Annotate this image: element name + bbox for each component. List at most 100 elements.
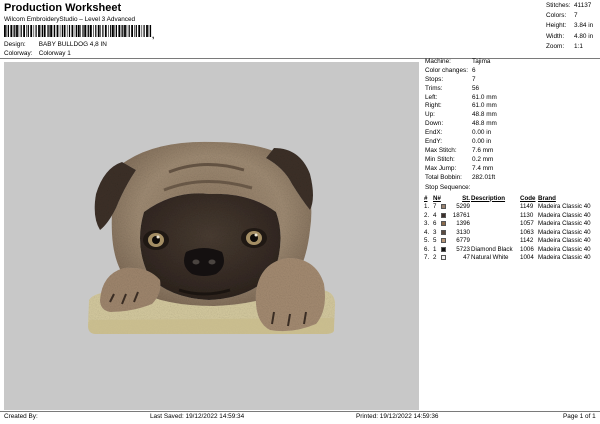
barcode-bar: [122, 25, 124, 37]
barcode-bar: [52, 25, 54, 37]
table-row: 6. 1 5723 Diamond Black 1006 Madeira Classic …: [424, 245, 600, 254]
barcode-bar: [27, 25, 29, 37]
barcode-bar: [82, 25, 84, 37]
table-row: 7. 2 47 Natural White 1004 Madeira Classic 40: [424, 254, 600, 263]
barcode-bar: [41, 25, 44, 37]
stop-color-swatch: [441, 220, 449, 229]
col-header-brand: Brand: [538, 194, 556, 202]
stop-brand: Madeira Classic 40: [538, 203, 591, 211]
barcode-bar: [35, 25, 37, 37]
barcode-bar: [77, 25, 80, 37]
info-row: Machine: Tajima: [425, 58, 491, 65]
stop-code: 1004: [520, 254, 534, 262]
barcode-bar: [40, 25, 42, 37]
col-header-description: Description: [471, 194, 506, 202]
stop-color-swatch: [441, 245, 449, 254]
summary-row: Zoom: 1:1: [546, 42, 583, 50]
barcode-bar: [131, 25, 133, 37]
stop-description: [471, 237, 520, 246]
stop-brand: Madeira Classic 40: [538, 245, 591, 253]
info-row: EndX: 0.00 in: [425, 129, 492, 137]
color-swatch-icon: [441, 212, 446, 218]
info-row: Total Bobbin: 282.01ft: [425, 173, 496, 181]
barcode-bar: [110, 25, 112, 37]
barcode-bar: [68, 25, 71, 37]
barcode-bar: [141, 25, 143, 37]
color-swatch-icon: [441, 229, 446, 235]
barcode-bar: [74, 25, 76, 37]
stop-stitches: 1396: [456, 220, 470, 228]
barcode-bar: [112, 25, 114, 37]
barcode-bar: [118, 25, 121, 37]
stop-index: 1.: [424, 203, 430, 211]
info-row: EndY: 0.00 in: [425, 138, 492, 146]
design-label: Design:: [4, 41, 26, 48]
stop-index: 5.: [424, 237, 430, 245]
barcode-bar: [71, 25, 74, 37]
colorway-row: Colorway: Colorway 1: [4, 50, 71, 57]
created-by: Created By:: [4, 413, 38, 420]
barcode-bar: [114, 25, 116, 37]
barcode-bar: [138, 25, 141, 37]
barcode-bar: [124, 25, 126, 37]
barcode-bar: [59, 25, 61, 37]
colorway-value: Colorway 1: [38, 50, 71, 57]
stop-brand: Madeira Classic 40: [538, 211, 591, 219]
barcode-bar: [30, 25, 33, 37]
barcode-bar: [146, 25, 148, 37]
stop-index: 6.: [424, 245, 430, 253]
color-swatch-icon: [441, 204, 446, 210]
colorway-label: Colorway:: [4, 50, 33, 57]
summary-row: Stitches: 41137: [546, 2, 592, 9]
barcode-bar: [95, 25, 97, 37]
stop-description: [471, 203, 520, 212]
barcode-bar: [100, 25, 101, 37]
design-preview-canvas: [4, 62, 419, 410]
barcode-bar: [16, 25, 18, 37]
stop-needle: 2: [433, 254, 437, 262]
table-header-row: # N# St. Description Code Brand: [424, 194, 600, 203]
stop-description: Diamond Black: [471, 245, 513, 253]
stop-code: 1142: [520, 237, 534, 245]
page-number: Page 1 of 1: [563, 413, 596, 420]
barcode-bar: [90, 25, 92, 37]
stop-stitches: 5723: [456, 245, 470, 253]
stop-sequence-title: Stop Sequence:: [425, 184, 471, 191]
barcode-bar: [20, 25, 22, 37]
col-header-swatch: [441, 194, 449, 203]
machine-info-panel: Machine: Tajima Color changes: 6 Stops: 7 T…: [424, 58, 600, 182]
stop-code: 1057: [520, 220, 534, 228]
barcode-bar: [97, 25, 100, 37]
barcode-bar: [47, 25, 48, 37]
stop-code: 1130: [520, 211, 534, 219]
col-header-code: Code: [520, 194, 536, 202]
barcode-bar: [66, 25, 68, 37]
barcode-bar: [76, 25, 78, 37]
stop-brand: Madeira Classic 40: [538, 237, 591, 245]
stop-description: Natural White: [471, 254, 509, 262]
stop-index: 4.: [424, 228, 430, 236]
barcode-bar: [63, 25, 66, 37]
info-row: Down: 48.8 mm: [425, 120, 497, 128]
stop-color-swatch: [441, 254, 449, 263]
barcode-bar: [149, 25, 152, 37]
stop-description: [471, 211, 520, 220]
barcode-bar: [80, 25, 81, 37]
barcode-bar: [56, 25, 59, 37]
barcode-bar: [126, 25, 128, 37]
stop-color-swatch: [441, 237, 449, 246]
col-header-stitches: St.: [462, 194, 470, 202]
stop-color-swatch: [441, 228, 449, 237]
stop-description: [471, 228, 520, 237]
info-row: Max Stitch: 7.6 mm: [425, 146, 494, 154]
barcode-bar: [54, 25, 56, 37]
software-subtitle: Wilcom EmbroideryStudio – Level 3 Advanc…: [4, 16, 136, 23]
printed-date: Printed: 19/12/2022 14:59:36: [356, 413, 439, 420]
color-swatch-icon: [441, 255, 446, 261]
stop-brand: Madeira Classic 40: [538, 220, 591, 228]
barcode: [4, 25, 152, 37]
stop-brand: Madeira Classic 40: [538, 254, 591, 262]
stop-needle: 3: [433, 228, 437, 236]
barcode-bar: [135, 25, 137, 37]
info-row: Min Stitch: 0.2 mm: [425, 155, 494, 163]
